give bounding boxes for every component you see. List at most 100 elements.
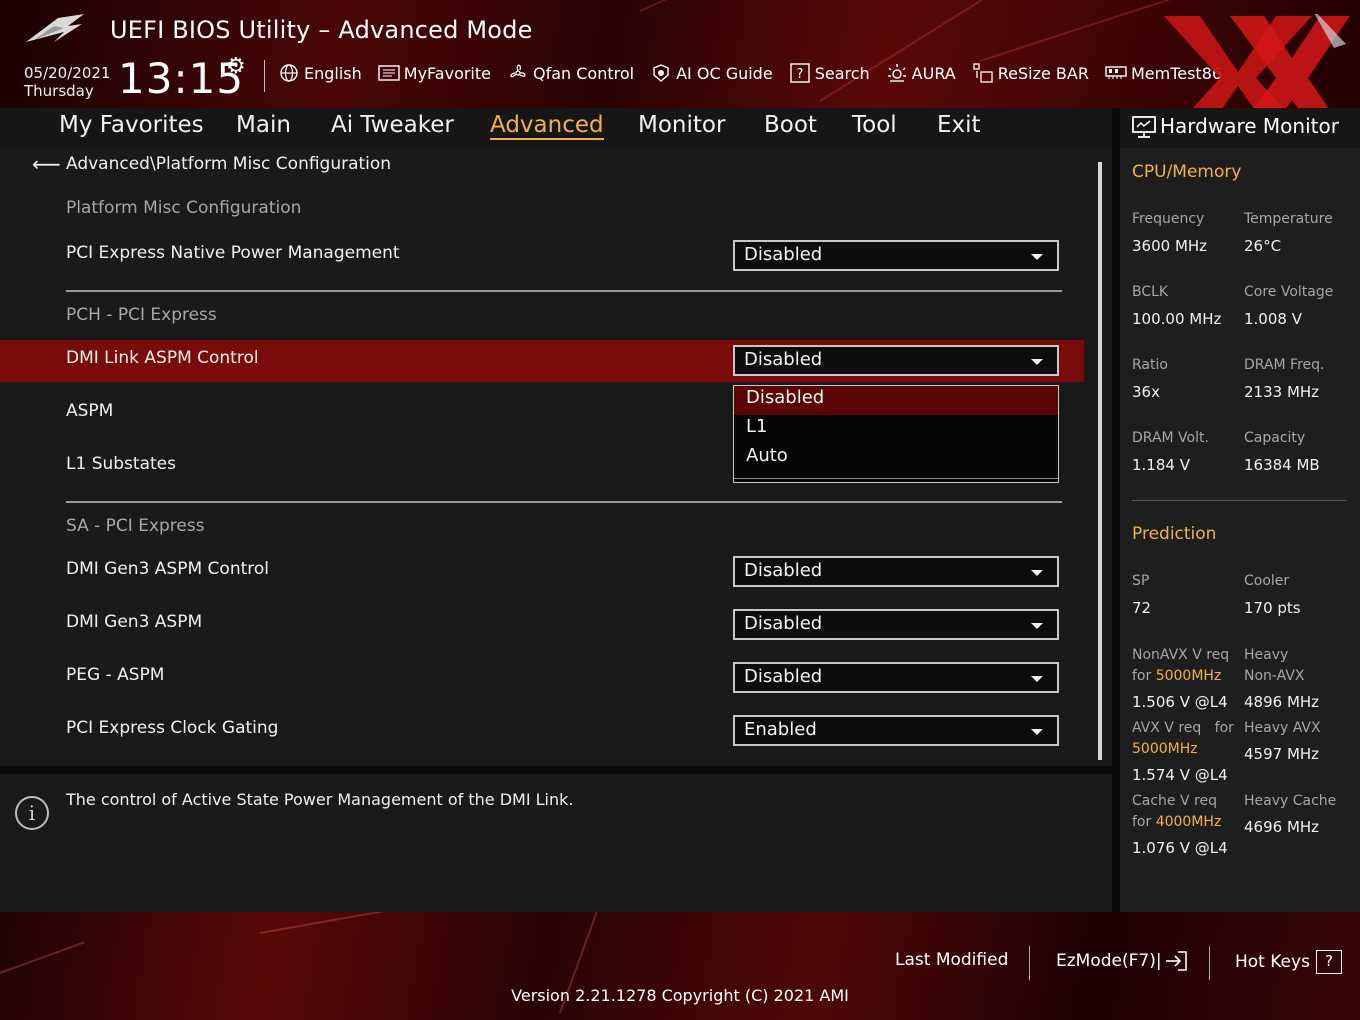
tool-ai-oc-guide[interactable]: AI OC Guide: [650, 62, 773, 84]
select-dmi-gen3-aspm-control[interactable]: Disabled: [733, 556, 1059, 587]
label-dmi-link-aspm-control[interactable]: DMI Link ASPM Control: [66, 348, 259, 368]
chevron-down-icon: [1031, 570, 1043, 576]
chevron-down-icon: [1031, 729, 1043, 735]
avx-label-line: AVX V req for: [1132, 720, 1234, 736]
select-value: Disabled: [744, 349, 823, 370]
select-value: Disabled: [744, 560, 823, 581]
ratio-label: Ratio: [1132, 357, 1168, 373]
label-dmi-gen3-aspm[interactable]: DMI Gen3 ASPM: [66, 612, 202, 632]
exit-to-ezmode-icon: [1165, 951, 1187, 971]
cache-value: 1.076 V @L4: [1132, 839, 1228, 857]
prediction-heading: Prediction: [1132, 524, 1217, 544]
tool-aura[interactable]: AURA: [886, 62, 956, 84]
nonavx-label-line: NonAVX V req: [1132, 647, 1230, 663]
footer-separator: [1029, 946, 1030, 980]
date-display: 05/20/2021 Thursday: [24, 64, 110, 100]
frequency-label: Frequency: [1132, 211, 1205, 227]
sp-label: SP: [1132, 573, 1150, 589]
select-peg-aspm[interactable]: Disabled: [733, 662, 1059, 693]
help-text: The control of Active State Power Manage…: [66, 790, 574, 809]
cooler-label: Cooler: [1244, 573, 1290, 589]
heavy-nonavx-value: 4896 MHz: [1244, 693, 1320, 711]
dram-freq-label: DRAM Freq.: [1244, 357, 1325, 373]
label-l1-substates[interactable]: L1 Substates: [66, 454, 176, 474]
label-dmi-gen3-aspm-control[interactable]: DMI Gen3 ASPM Control: [66, 559, 269, 579]
tool-search[interactable]: ? Search: [789, 62, 870, 84]
select-pci-express-clock-gating[interactable]: Enabled: [733, 715, 1059, 746]
monitor-divider: [1132, 500, 1346, 501]
svg-text:?: ?: [796, 67, 803, 82]
select-value: Disabled: [744, 244, 823, 265]
hot-keys-button[interactable]: Hot Keys ?: [1235, 950, 1342, 974]
nonavx-value: 1.506 V @L4: [1132, 693, 1228, 711]
heavy-nonavx-label: Heavy Non-AVX: [1244, 647, 1305, 684]
cpu-memory-heading: CPU/Memory: [1132, 162, 1242, 182]
rog-logo: [26, 14, 84, 42]
app-title: UEFI BIOS Utility – Advanced Mode: [110, 16, 533, 44]
tab-ai-tweaker[interactable]: Ai Tweaker: [331, 112, 454, 138]
ai-oc-icon: [650, 62, 672, 84]
tab-exit[interactable]: Exit: [937, 112, 981, 138]
select-value: Disabled: [744, 666, 823, 687]
resize-bar-icon: [972, 62, 994, 84]
label-peg-aspm[interactable]: PEG - ASPM: [66, 665, 164, 685]
cache-target-freq: 4000MHz: [1155, 814, 1222, 830]
header-separator: [264, 60, 265, 92]
label-pci-native-power-management[interactable]: PCI Express Native Power Management: [66, 243, 400, 263]
tab-main[interactable]: Main: [236, 112, 291, 138]
select-dmi-gen3-aspm[interactable]: Disabled: [733, 609, 1059, 640]
last-modified-button[interactable]: Last Modified: [895, 950, 1008, 970]
dropdown-option-auto[interactable]: Auto: [734, 444, 1058, 473]
tab-advanced[interactable]: Advanced: [490, 112, 604, 140]
tab-tool[interactable]: Tool: [852, 112, 897, 138]
dram-freq-value: 2133 MHz: [1244, 383, 1320, 401]
bclk-label: BCLK: [1132, 284, 1169, 300]
scrollbar[interactable]: [1098, 162, 1102, 760]
tool-english[interactable]: English: [278, 62, 362, 84]
date-text: 05/20/2021: [24, 64, 111, 82]
hardware-monitor-title: Hardware Monitor: [1160, 114, 1339, 138]
favorite-list-icon: [378, 62, 400, 84]
select-pci-native-power-management[interactable]: Disabled: [733, 240, 1059, 271]
globe-icon: [278, 62, 300, 84]
heavy-avx-value: 4597 MHz: [1244, 745, 1320, 763]
nonavx-for-line: for 5000MHz: [1132, 668, 1222, 684]
search-help-icon: ?: [789, 62, 811, 84]
core-voltage-value: 1.008 V: [1244, 310, 1302, 328]
bclk-value: 100.00 MHz: [1132, 310, 1222, 328]
label-aspm[interactable]: ASPM: [66, 401, 113, 421]
monitor-icon: [1132, 116, 1156, 138]
fan-icon: [507, 62, 529, 84]
sp-value: 72: [1132, 599, 1152, 617]
breadcrumb-path: Advanced\Platform Misc Configuration: [66, 154, 392, 174]
back-arrow-icon[interactable]: ⟵: [32, 152, 66, 176]
tab-boot[interactable]: Boot: [764, 112, 817, 138]
hidden-select-edge: [734, 478, 1058, 482]
tab-monitor[interactable]: Monitor: [638, 112, 725, 138]
dram-volt-label: DRAM Volt.: [1132, 430, 1209, 446]
heavy-cache-label: Heavy Cache: [1244, 793, 1337, 809]
aura-light-icon: [886, 62, 908, 84]
label-pci-express-clock-gating[interactable]: PCI Express Clock Gating: [66, 718, 278, 738]
day-text: Thursday: [24, 82, 94, 100]
tool-label: Qfan Control: [533, 63, 635, 83]
chevron-down-icon: [1031, 676, 1043, 682]
dropdown-option-l1[interactable]: L1: [734, 415, 1058, 444]
footer-separator: [1209, 946, 1210, 980]
settings-gear-icon[interactable]: ⚙: [226, 54, 246, 79]
heavy-cache-value: 4696 MHz: [1244, 818, 1320, 836]
select-value: Disabled: [744, 613, 823, 634]
help-panel: i The control of Active State Power Mana…: [0, 774, 1112, 912]
tab-my-favorites[interactable]: My Favorites: [59, 112, 204, 138]
select-dmi-link-aspm-control[interactable]: Disabled: [733, 345, 1059, 376]
cache-for-line: for 4000MHz: [1132, 814, 1222, 830]
ezmode-button[interactable]: EzMode(F7)|: [1056, 950, 1188, 972]
tool-label: Search: [814, 63, 870, 83]
dropdown-option-disabled[interactable]: Disabled: [734, 386, 1058, 415]
header-bar: UEFI BIOS Utility – Advanced Mode 05/20/…: [0, 0, 1360, 108]
tool-resize-bar[interactable]: ReSize BAR: [972, 62, 1089, 84]
question-key-icon: ?: [1315, 950, 1342, 974]
tool-myfavorite[interactable]: MyFavorite: [378, 62, 491, 84]
tool-label: ReSize BAR: [997, 63, 1089, 83]
tool-qfan-control[interactable]: Qfan Control: [507, 62, 634, 84]
